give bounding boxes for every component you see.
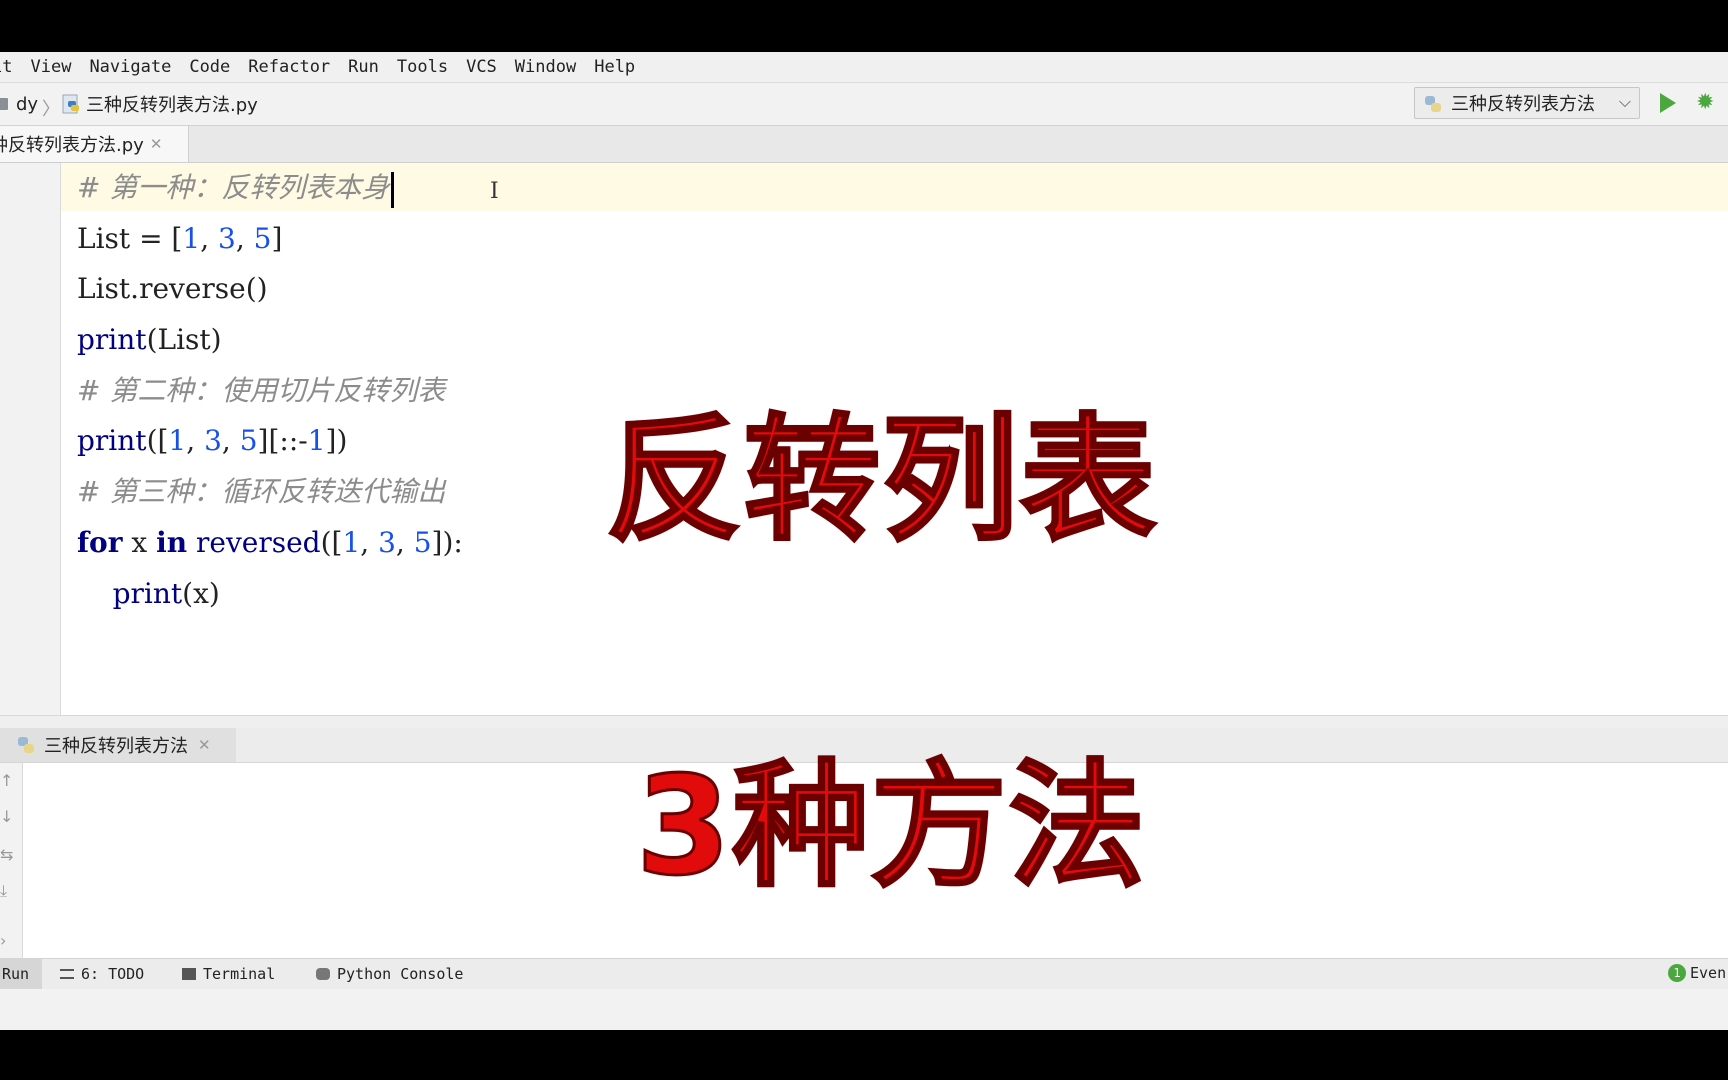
terminal-tool-button[interactable]: Terminal [182, 959, 275, 989]
navigation-bar: dy 〉 三种反转列表方法.py 三种反转列表方法 ⌵ ✹ [0, 83, 1728, 126]
breadcrumb-separator-icon: 〉 [42, 99, 60, 120]
python-file-icon [62, 94, 79, 114]
menu-edit[interactable]: it [0, 57, 12, 77]
mouse-ibeam-cursor-icon: I [490, 179, 499, 204]
menu-vcs[interactable]: VCS [466, 57, 497, 77]
code-line: # 第二种：使用切片反转列表 [77, 373, 446, 407]
run-toolbar: ↑ ↓ ⇆ ⤓ › [0, 763, 23, 958]
editor-tab-label: 种反转列表方法.py [0, 135, 144, 156]
todo-tool-button[interactable]: 6: TODO [60, 959, 144, 989]
line-gutter [0, 163, 61, 715]
breadcrumb-project[interactable]: dy [16, 83, 38, 125]
letterbox-top [0, 0, 1728, 52]
code-area[interactable]: # 第一种：反转列表本身 List = [1, 3, 5] List.rever… [77, 163, 463, 619]
run-tab[interactable]: 三种反转列表方法 ✕ [0, 728, 236, 762]
menu-run[interactable]: Run [348, 57, 379, 77]
editor-tab-active[interactable]: 种反转列表方法.py ✕ [0, 126, 189, 162]
code-line: List.reverse() [77, 272, 268, 306]
code-line: print([1, 3, 5][::-1]) [77, 424, 348, 458]
scroll-to-end-icon[interactable]: ⤓ [0, 881, 22, 901]
code-line: print(List) [77, 323, 222, 357]
event-badge: 1 [1668, 964, 1686, 982]
run-configuration-label: 三种反转列表方法 [1451, 94, 1595, 115]
code-line: List = [1, 3, 5] [77, 221, 283, 255]
menu-view[interactable]: View [30, 57, 71, 77]
menu-navigate[interactable]: Navigate [89, 57, 171, 77]
wrap-icon[interactable]: ⇆ [0, 845, 22, 864]
chevron-right-icon[interactable]: › [0, 931, 22, 950]
chevron-down-icon: ⌵ [1618, 92, 1631, 111]
arrow-down-icon[interactable]: ↓ [0, 807, 22, 826]
close-icon[interactable]: ✕ [198, 736, 211, 754]
arrow-up-icon[interactable]: ↑ [0, 771, 22, 790]
menu-refactor[interactable]: Refactor [248, 57, 330, 77]
overlay-subtitle: 3种方法 [635, 747, 1147, 908]
code-line: # 第一种：反转列表本身 [77, 163, 463, 214]
python-console-tool-button[interactable]: Python Console [316, 959, 463, 989]
menu-help[interactable]: Help [594, 57, 635, 77]
code-line: for x in reversed([1, 3, 5]): [77, 525, 463, 559]
terminal-icon [182, 968, 196, 980]
text-caret [391, 171, 395, 208]
breadcrumb-file[interactable]: 三种反转列表方法.py [86, 83, 258, 125]
menu-window[interactable]: Window [515, 57, 576, 77]
python-icon [18, 737, 34, 753]
python-icon [316, 968, 330, 980]
folder-icon [0, 98, 8, 110]
run-tab-label: 三种反转列表方法 [44, 736, 188, 757]
run-tool-button[interactable]: Run [0, 959, 42, 989]
menu-tools[interactable]: Tools [397, 57, 448, 77]
event-log-button[interactable]: 1 Even [1668, 964, 1726, 982]
menu-bar: it View Navigate Code Refactor Run Tools… [0, 52, 1728, 83]
code-line: print(x) [112, 576, 220, 610]
editor-tab-bar: 种反转列表方法.py ✕ [0, 126, 1728, 163]
python-icon [1425, 96, 1441, 112]
tool-window-bar: Run 6: TODO Terminal Python Console 1 Ev… [0, 958, 1728, 989]
ide-window: it View Navigate Code Refactor Run Tools… [0, 52, 1728, 1030]
code-line: # 第三种：循环反转迭代输出 [77, 475, 446, 509]
debug-bug-icon[interactable]: ✹ [1696, 91, 1718, 115]
overlay-title: 反转列表 [605, 401, 1158, 562]
list-icon [60, 969, 74, 979]
close-icon[interactable]: ✕ [150, 135, 163, 153]
run-icon[interactable] [1660, 93, 1676, 113]
run-configuration-select[interactable]: 三种反转列表方法 ⌵ [1414, 87, 1640, 119]
menu-code[interactable]: Code [189, 57, 230, 77]
letterbox-bottom [0, 1030, 1728, 1080]
ide-bottom-area [0, 989, 1728, 1030]
